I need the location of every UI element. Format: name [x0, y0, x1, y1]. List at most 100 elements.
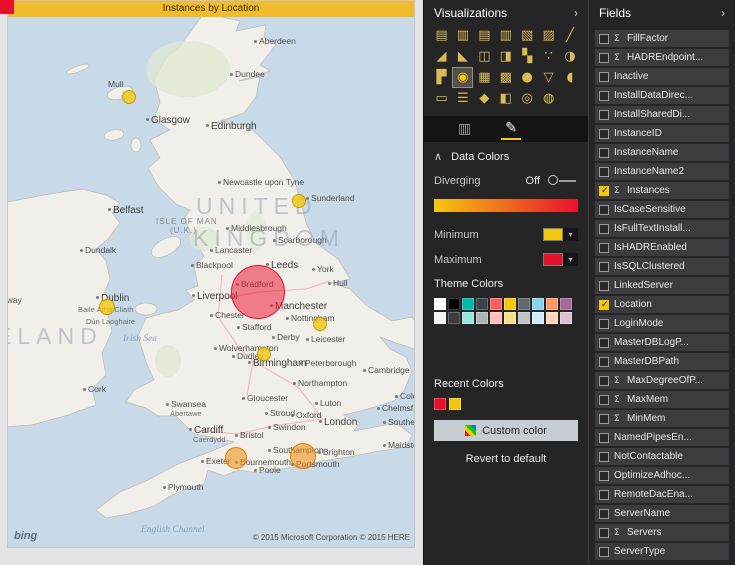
map-bubble[interactable]	[290, 443, 316, 469]
field-row[interactable]: IsSQLClustered	[595, 258, 729, 275]
collapse-pane-icon[interactable]: ›	[574, 6, 578, 20]
theme-color-swatch[interactable]	[546, 312, 558, 324]
field-row[interactable]: MaxDegreeOfP...	[595, 372, 729, 389]
theme-color-swatch[interactable]	[518, 298, 530, 310]
field-checkbox[interactable]	[599, 242, 609, 253]
theme-color-swatch[interactable]	[462, 312, 474, 324]
field-row[interactable]: Location	[595, 296, 729, 313]
visualization-type-icon[interactable]: ◢	[432, 47, 451, 66]
field-checkbox[interactable]	[599, 33, 609, 44]
field-row[interactable]: InstanceName2	[595, 163, 729, 180]
theme-color-swatch[interactable]	[560, 312, 572, 324]
chevron-down-icon[interactable]: ▾	[563, 253, 578, 266]
theme-color-swatch[interactable]	[434, 312, 446, 324]
theme-color-swatch[interactable]	[532, 312, 544, 324]
field-checkbox[interactable]	[599, 90, 609, 101]
theme-color-swatch[interactable]	[462, 298, 474, 310]
field-row[interactable]: LoginMode	[595, 315, 729, 332]
field-checkbox[interactable]	[599, 432, 609, 443]
field-row[interactable]: MaxMem	[595, 391, 729, 408]
maximum-color-swatch[interactable]	[543, 253, 563, 266]
data-colors-section-header[interactable]: ∧ Data Colors	[434, 150, 578, 163]
map-bubble[interactable]	[122, 90, 136, 104]
visualization-type-icon[interactable]: ◫	[475, 47, 494, 66]
visualization-type-icon[interactable]: ▧	[518, 26, 537, 45]
visualization-type-icon[interactable]: ◣	[453, 47, 472, 66]
custom-color-button[interactable]: Custom color	[434, 420, 578, 441]
revert-to-default-button[interactable]: Revert to default	[434, 453, 578, 465]
field-checkbox[interactable]	[599, 166, 609, 177]
field-checkbox[interactable]	[599, 546, 609, 557]
field-row[interactable]: OptimizeAdhoc...	[595, 467, 729, 484]
field-row[interactable]: HADREndpoint...	[595, 49, 729, 66]
theme-color-swatch[interactable]	[532, 298, 544, 310]
visualization-type-icon[interactable]: ◍	[539, 89, 558, 108]
field-checkbox[interactable]	[599, 356, 609, 367]
visualization-type-icon[interactable]: ▩	[496, 68, 515, 87]
field-checkbox[interactable]	[599, 109, 609, 120]
theme-color-swatch[interactable]	[448, 312, 460, 324]
map-bubble[interactable]	[231, 265, 285, 319]
visualization-type-icon[interactable]: ▦	[475, 68, 494, 87]
field-checkbox[interactable]	[599, 52, 609, 63]
field-row[interactable]: InstallDataDirec...	[595, 87, 729, 104]
field-row[interactable]: MasterDBPath	[595, 353, 729, 370]
field-row[interactable]: Servers	[595, 524, 729, 541]
field-checkbox[interactable]	[599, 527, 609, 538]
field-row[interactable]: IsHADREnabled	[595, 239, 729, 256]
field-row[interactable]: ServerType	[595, 543, 729, 560]
theme-color-swatch[interactable]	[504, 298, 516, 310]
visualization-type-icon[interactable]: ▥	[496, 26, 515, 45]
field-checkbox[interactable]	[599, 261, 609, 272]
field-row[interactable]: Instances	[595, 182, 729, 199]
field-checkbox[interactable]	[599, 318, 609, 329]
field-checkbox[interactable]	[599, 185, 609, 196]
theme-color-swatch[interactable]	[546, 298, 558, 310]
minimum-color-swatch[interactable]	[543, 228, 563, 241]
theme-color-swatch[interactable]	[434, 298, 446, 310]
visualization-type-icon[interactable]: ∵	[539, 47, 558, 66]
field-checkbox[interactable]	[599, 337, 609, 348]
chevron-down-icon[interactable]: ▾	[563, 228, 578, 241]
field-checkbox[interactable]	[599, 413, 609, 424]
map-bubble[interactable]	[313, 317, 327, 331]
visualization-type-icon[interactable]: ▤	[475, 26, 494, 45]
visualization-type-icon[interactable]: ▥	[453, 26, 472, 45]
visualization-type-icon[interactable]: ▤	[432, 26, 451, 45]
bing-map[interactable]: Aberdeen Dundee Mull Glasgow Edinburgh N…	[8, 17, 414, 547]
visualization-type-icon[interactable]: ◉	[452, 67, 474, 88]
field-checkbox[interactable]	[599, 489, 609, 500]
format-tab[interactable]: ✎	[501, 118, 521, 140]
maximum-color-dropdown[interactable]: ▾	[543, 253, 578, 266]
map-bubble[interactable]	[257, 347, 271, 361]
recent-color-swatch[interactable]	[434, 398, 446, 410]
theme-color-swatch[interactable]	[490, 298, 502, 310]
field-row[interactable]: LinkedServer	[595, 277, 729, 294]
visualization-type-icon[interactable]: ◨	[496, 47, 515, 66]
map-visual[interactable]: Instances by Location Aberdeen Dundee Mu…	[7, 0, 415, 548]
field-checkbox[interactable]	[599, 299, 609, 310]
visualization-type-icon[interactable]: ◎	[518, 89, 537, 108]
theme-color-swatch[interactable]	[560, 298, 572, 310]
field-checkbox[interactable]	[599, 128, 609, 139]
bing-logo[interactable]: bing	[14, 530, 37, 542]
map-bubble[interactable]	[292, 194, 306, 208]
theme-color-swatch[interactable]	[490, 312, 502, 324]
recent-color-swatch[interactable]	[449, 398, 461, 410]
field-checkbox[interactable]	[599, 394, 609, 405]
field-checkbox[interactable]	[599, 375, 609, 386]
field-row[interactable]: MasterDBLogP...	[595, 334, 729, 351]
field-checkbox[interactable]	[599, 280, 609, 291]
visualization-type-icon[interactable]: ▨	[539, 26, 558, 45]
diverging-toggle[interactable]	[548, 175, 578, 187]
theme-color-swatch[interactable]	[518, 312, 530, 324]
visualization-type-icon[interactable]: ◆	[475, 89, 494, 108]
field-row[interactable]: InstanceID	[595, 125, 729, 142]
field-checkbox[interactable]	[599, 71, 609, 82]
field-row[interactable]: IsCaseSensitive	[595, 201, 729, 218]
theme-color-swatch[interactable]	[504, 312, 516, 324]
field-row[interactable]: ServerName	[595, 505, 729, 522]
field-checkbox[interactable]	[599, 451, 609, 462]
color-gradient-bar[interactable]	[434, 199, 578, 212]
map-bubble[interactable]	[225, 447, 247, 469]
